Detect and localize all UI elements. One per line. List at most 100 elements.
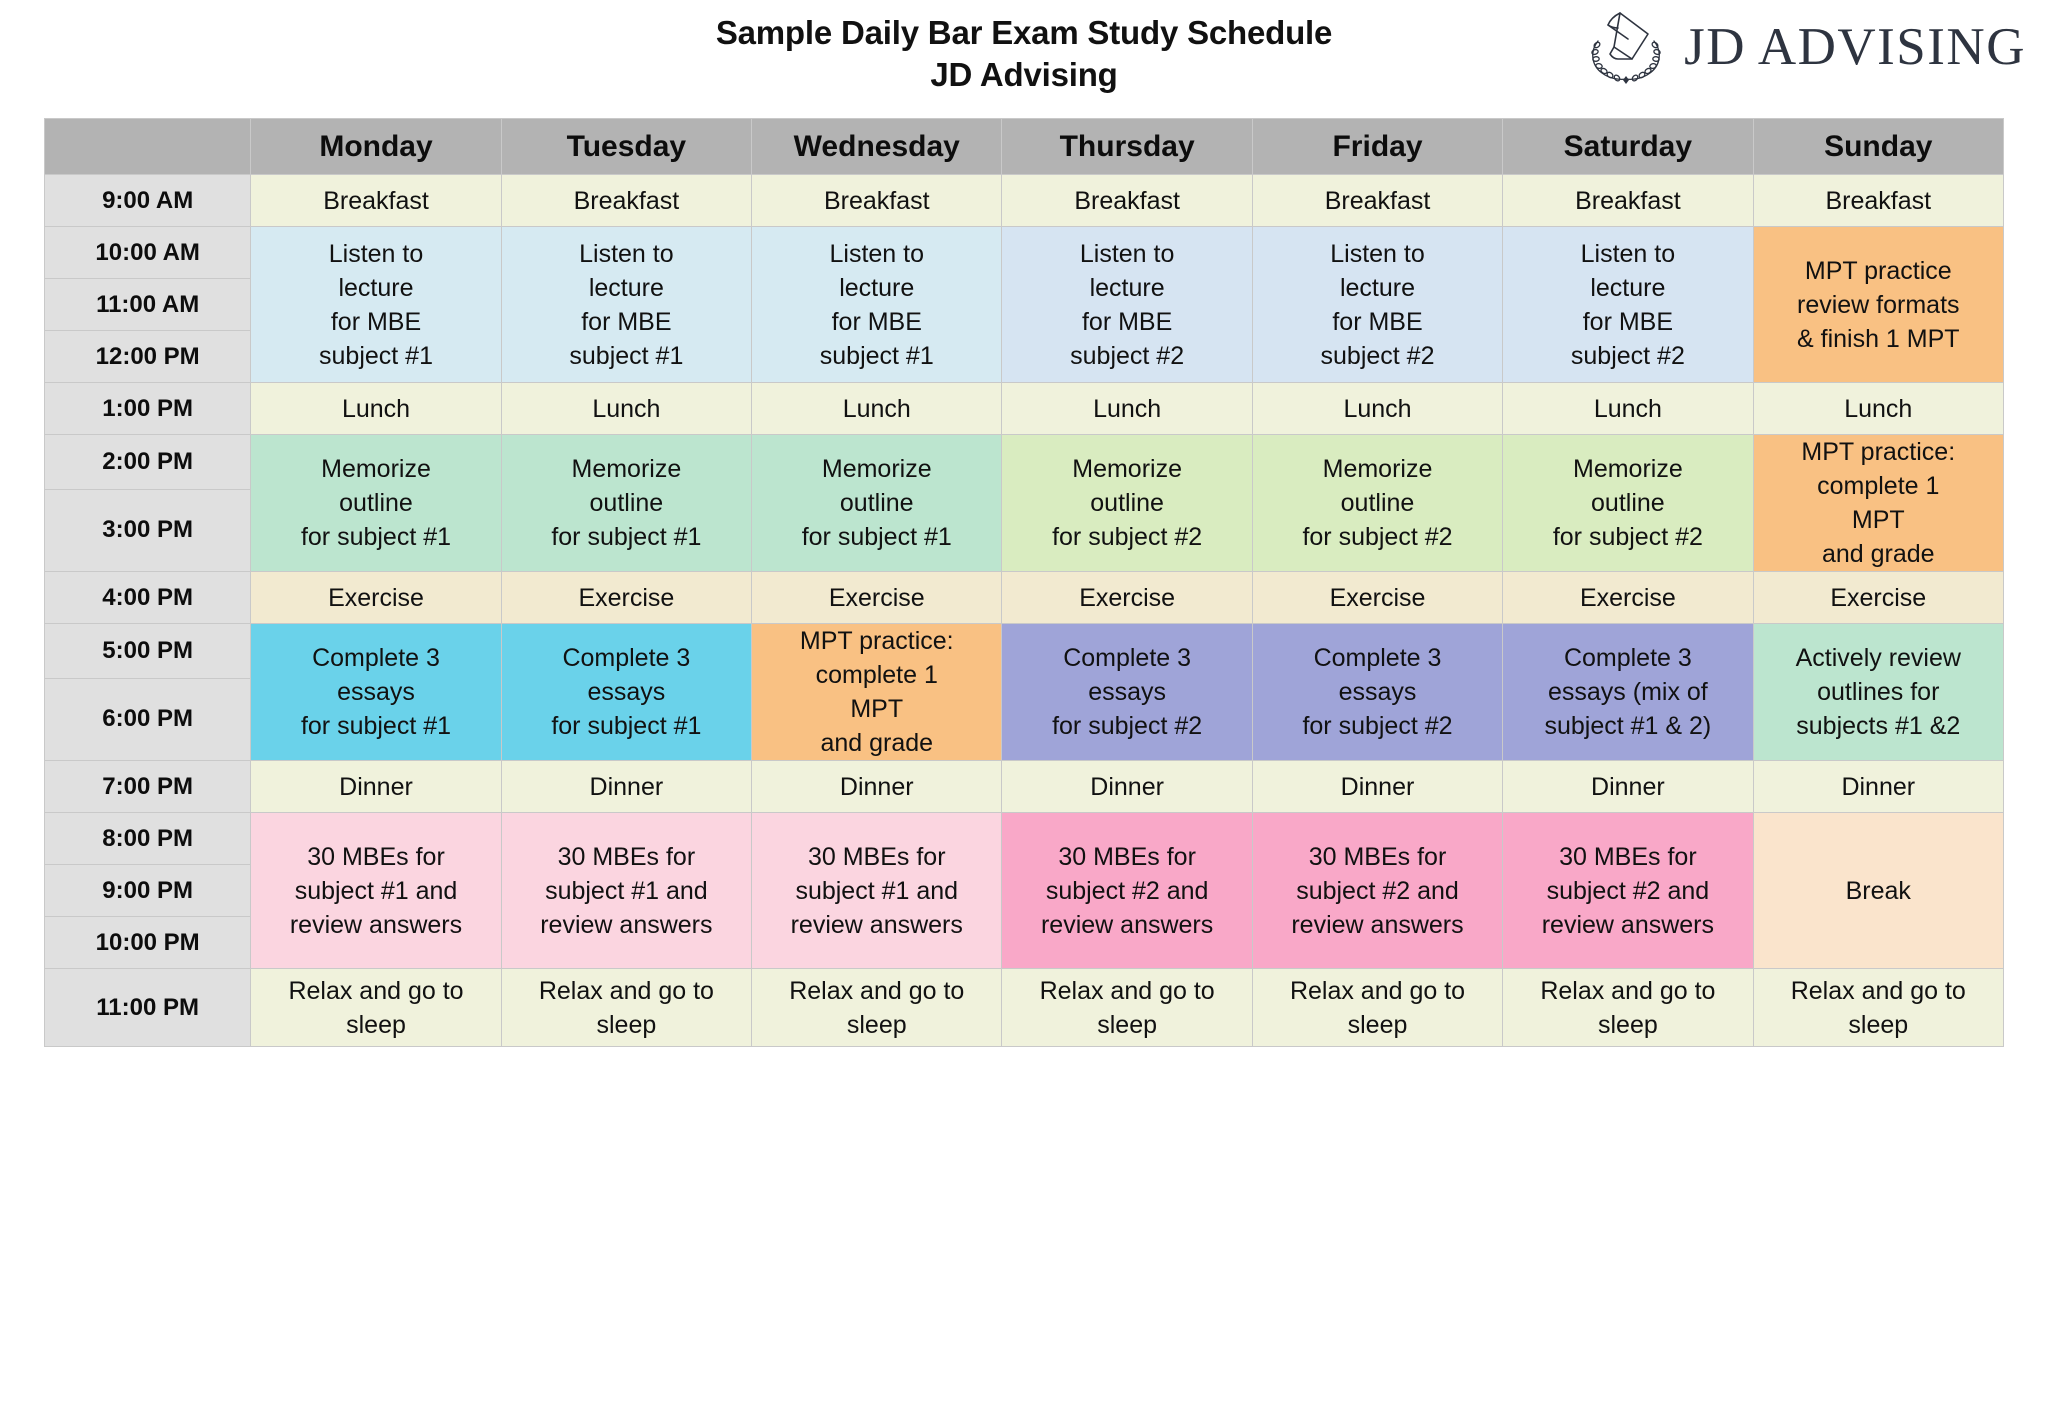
schedule-cell[interactable]: MPT practice: complete 1 MPT and grade <box>1752 434 2005 572</box>
schedule-cell[interactable]: Listen to lecture for MBE subject #2 <box>1001 226 1253 383</box>
schedule-cell[interactable]: Listen to lecture for MBE subject #1 <box>751 226 1003 383</box>
schedule-cell[interactable]: Exercise <box>250 571 502 624</box>
schedule-cell[interactable]: Dinner <box>500 760 753 813</box>
schedule-cell[interactable]: 30 MBEs for subject #1 and review answer… <box>500 812 753 969</box>
schedule-cell[interactable]: Actively review outlines for subjects #1… <box>1752 623 2005 761</box>
schedule-cell[interactable]: Breakfast <box>751 174 1003 227</box>
time-label-100pm: 1:00 PM <box>43 382 252 435</box>
schedule-cell[interactable]: Exercise <box>500 571 753 624</box>
schedule-cell[interactable]: Lunch <box>1001 382 1253 435</box>
schedule-cell[interactable]: Lunch <box>250 382 502 435</box>
schedule-cell-label: MPT practice: complete 1 MPT and grade <box>1801 438 1956 568</box>
schedule-cell[interactable]: Breakfast <box>1251 174 1504 227</box>
schedule-cell[interactable]: Memorize outline for subject #1 <box>751 434 1003 572</box>
schedule-cell[interactable]: Listen to lecture for MBE subject #2 <box>1502 226 1754 383</box>
schedule-cell[interactable]: Dinner <box>250 760 502 813</box>
schedule-cell-label: Memorize outline for subject #2 <box>1552 455 1703 551</box>
schedule-cell[interactable]: Dinner <box>1001 760 1253 813</box>
schedule-cell[interactable]: Memorize outline for subject #1 <box>250 434 502 572</box>
schedule-cell[interactable]: Relax and go to sleep <box>500 968 753 1047</box>
schedule-cell[interactable]: Relax and go to sleep <box>1001 968 1253 1047</box>
schedule-cell-label: Dinner <box>339 772 413 801</box>
day-header-sunday: Sunday <box>1752 118 2005 175</box>
page-title-line1: Sample Daily Bar Exam Study Schedule <box>715 14 1333 51</box>
schedule-cell[interactable]: Exercise <box>1502 571 1754 624</box>
schedule-cell-label: Dinner <box>1591 772 1665 801</box>
schedule-cell[interactable]: Complete 3 essays for subject #1 <box>250 623 502 761</box>
schedule-cell[interactable]: Listen to lecture for MBE subject #2 <box>1251 226 1504 383</box>
schedule-cell[interactable]: Memorize outline for subject #2 <box>1001 434 1253 572</box>
schedule-cell[interactable]: Exercise <box>1001 571 1253 624</box>
schedule-cell-label: 30 MBEs for subject #2 and review answer… <box>1040 842 1214 939</box>
schedule-cell[interactable]: Dinner <box>1752 760 2005 813</box>
schedule-cell[interactable]: Breakfast <box>500 174 753 227</box>
day-header-thursday: Thursday <box>1001 118 1253 175</box>
time-label-1100am: 11:00 AM <box>43 278 252 331</box>
schedule-cell[interactable]: Complete 3 essays for subject #1 <box>500 623 753 761</box>
schedule-row: 9:00 AM Breakfast Breakfast Breakfast Breakf… <box>43 174 2005 227</box>
schedule-table-head: Monday Tuesday Wednesday Thursday Friday Satu… <box>43 118 2005 175</box>
schedule-cell[interactable]: Lunch <box>1502 382 1754 435</box>
schedule-cell[interactable]: Lunch <box>751 382 1003 435</box>
schedule-row: 10:00 AM Listen to lecture for MBE subjec… <box>43 226 2005 383</box>
schedule-cell[interactable]: Dinner <box>1251 760 1504 813</box>
schedule-cell[interactable]: Dinner <box>751 760 1003 813</box>
schedule-cell[interactable]: Exercise <box>751 571 1003 624</box>
schedule-cell[interactable]: 30 MBEs for subject #2 and review answer… <box>1251 812 1504 969</box>
schedule-cell-label: Listen to lecture for MBE subject #1 <box>319 239 433 370</box>
schedule-cell[interactable]: Memorize outline for subject #1 <box>500 434 753 572</box>
schedule-cell[interactable]: 30 MBEs for subject #1 and review answer… <box>250 812 502 969</box>
schedule-cell[interactable]: Lunch <box>1752 382 2005 435</box>
schedule-row: 8:00 PM 30 MBEs for subject #1 and review… <box>43 812 2005 969</box>
schedule-cell[interactable]: 30 MBEs for subject #2 and review answer… <box>1502 812 1754 969</box>
scroll-laurel-icon <box>1591 12 1661 84</box>
schedule-cell[interactable]: Complete 3 essays (mix of subject #1 & 2… <box>1502 623 1754 761</box>
schedule-cell[interactable]: Relax and go to sleep <box>1251 968 1504 1047</box>
schedule-cell[interactable]: Memorize outline for subject #2 <box>1502 434 1754 572</box>
schedule-cell[interactable]: Listen to lecture for MBE subject #1 <box>250 226 502 383</box>
schedule-cell[interactable]: Exercise <box>1251 571 1504 624</box>
time-label-600pm: 6:00 PM <box>43 677 252 762</box>
schedule-cell[interactable]: Breakfast <box>1502 174 1754 227</box>
schedule-cell[interactable]: Relax and go to sleep <box>1502 968 1754 1047</box>
schedule-cell-label: Breakfast <box>1324 186 1431 215</box>
schedule-cell[interactable]: Complete 3 essays for subject #2 <box>1251 623 1504 761</box>
schedule-page: Sample Daily Bar Exam Study Schedule JD … <box>0 0 2048 1424</box>
schedule-cell[interactable]: Lunch <box>1251 382 1504 435</box>
time-label-1200pm: 12:00 PM <box>43 330 252 383</box>
schedule-cell[interactable]: Complete 3 essays for subject #2 <box>1001 623 1253 761</box>
schedule-cell-label: Dinner <box>839 772 914 801</box>
time-label-200pm: 2:00 PM <box>43 434 252 490</box>
time-label-900am: 9:00 AM <box>43 174 252 227</box>
schedule-cell[interactable]: Breakfast <box>1001 174 1253 227</box>
time-label-300pm: 3:00 PM <box>43 488 252 573</box>
schedule-table-wrapper: Monday Tuesday Wednesday Thursday Friday Satu… <box>43 118 2005 1047</box>
schedule-cell[interactable]: MPT practice: complete 1 MPT and grade <box>751 623 1003 761</box>
schedule-cell-label: Dinner <box>1841 772 1916 801</box>
schedule-cell-label: Relax and go to sleep <box>538 976 714 1039</box>
schedule-cell[interactable]: 30 MBEs for subject #2 and review answer… <box>1001 812 1253 969</box>
schedule-table-body: 9:00 AM Breakfast Breakfast Breakfast Breakf… <box>43 174 2005 1047</box>
schedule-cell-label: Memorize outline for subject #1 <box>300 455 452 551</box>
time-label-700pm: 7:00 PM <box>43 760 252 813</box>
schedule-cell[interactable]: Break <box>1752 812 2005 969</box>
schedule-cell[interactable]: Dinner <box>1502 760 1754 813</box>
schedule-cell[interactable]: Exercise <box>1752 571 2005 624</box>
schedule-cell-label: Exercise <box>1830 583 1927 612</box>
schedule-cell-label: Relax and go to sleep <box>1540 976 1716 1039</box>
schedule-cell[interactable]: Relax and go to sleep <box>1752 968 2005 1047</box>
schedule-cell[interactable]: Breakfast <box>1752 174 2005 227</box>
schedule-cell-label: Exercise <box>1579 583 1676 612</box>
schedule-cell-label: Memorize outline for subject #2 <box>1052 455 1203 551</box>
schedule-cell[interactable]: Breakfast <box>250 174 502 227</box>
schedule-cell[interactable]: Lunch <box>500 382 753 435</box>
schedule-cell[interactable]: Memorize outline for subject #2 <box>1251 434 1504 572</box>
schedule-cell-label: Relax and go to sleep <box>1790 976 1966 1039</box>
schedule-cell-label: Exercise <box>1079 583 1176 612</box>
schedule-cell-label: Memorize outline for subject #1 <box>551 455 702 551</box>
schedule-cell[interactable]: Relax and go to sleep <box>751 968 1003 1047</box>
schedule-cell[interactable]: Relax and go to sleep <box>250 968 502 1047</box>
schedule-cell[interactable]: Listen to lecture for MBE subject #1 <box>500 226 753 383</box>
schedule-cell[interactable]: 30 MBEs for subject #1 and review answer… <box>751 812 1003 969</box>
schedule-cell[interactable]: MPT practice review formats & finish 1 M… <box>1752 226 2005 383</box>
